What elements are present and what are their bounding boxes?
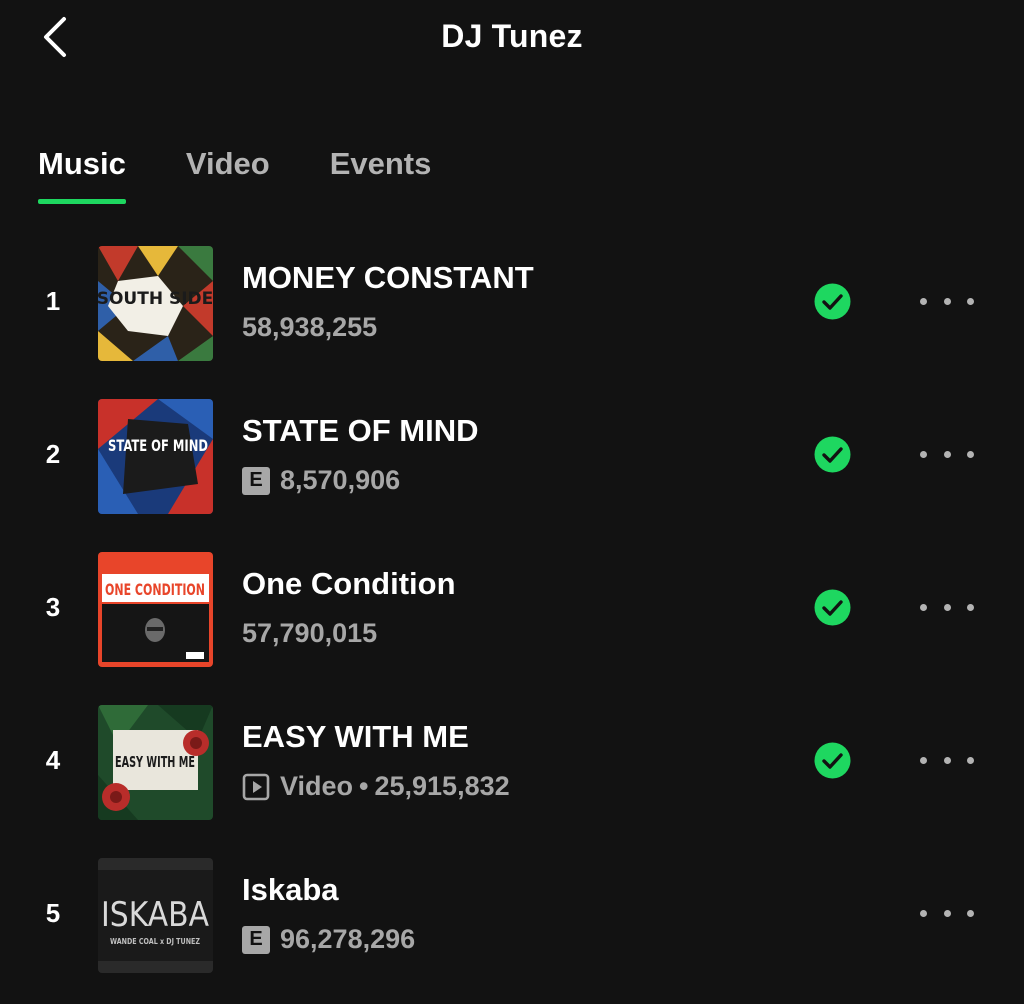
play-count: 96,278,296 [280,924,416,954]
tab-events[interactable]: Events [330,140,432,206]
track-row[interactable]: 2 STATE OF MIND STATE OF MIND E 8,570,90… [0,379,1024,532]
explicit-badge: E [242,925,270,954]
track-title: STATE OF MIND [242,413,479,448]
more-dot [967,297,974,305]
album-art[interactable]: SOUTH SIDE [98,246,213,361]
check-circle-icon[interactable] [814,436,851,473]
more-dot [943,297,951,305]
play-count: 25,915,832 [374,771,510,801]
cover-subtext: WANDE COAL x DJ TUNEZ [110,937,200,946]
track-meta: E 96,278,296 [242,924,415,955]
track-meta: 57,790,015 [242,618,377,649]
track-title: One Condition [242,566,456,601]
tab-bar: Music Video Events [38,140,491,210]
album-art[interactable]: ONE CONDITION [98,552,213,667]
more-dot [920,603,927,611]
more-dot [943,909,951,917]
album-art[interactable]: ISKABA WANDE COAL x DJ TUNEZ [98,858,213,973]
track-meta: Video • 25,915,832 [242,771,510,802]
track-meta: E 8,570,906 [242,465,400,496]
more-dot [943,450,951,458]
more-dot [920,297,927,305]
more-dot [967,756,974,764]
track-title: EASY WITH ME [242,719,469,754]
more-dot [943,756,951,764]
video-play-icon [242,773,270,800]
more-options-button[interactable] [920,442,974,466]
cover-text: ISKABA [101,895,209,935]
more-dot [967,603,974,611]
track-title: MONEY CONSTANT [242,260,534,295]
cover-text: STATE OF MIND [108,436,208,455]
track-title: Iskaba [242,872,339,907]
cover-text: ONE CONDITION [105,580,205,599]
explicit-badge: E [242,466,270,495]
cover-text: SOUTH SIDE [98,289,213,309]
top-bar: DJ Tunez [0,0,1024,80]
meta-separator: • [359,771,369,801]
album-art[interactable]: EASY WITH ME [98,705,213,820]
track-meta: 58,938,255 [242,312,377,343]
track-rank: 3 [45,592,61,622]
track-row[interactable]: 4 EASY WITH ME EASY WITH ME Video • 25,9… [0,685,1024,838]
track-row[interactable]: 1 SOUTH SIDE MONEY CONSTANT 58,938,255 [0,226,1024,379]
track-rank: 1 [45,286,61,316]
more-dot [943,603,951,611]
album-art[interactable]: STATE OF MIND [98,399,213,514]
track-rank: 2 [45,439,61,469]
track-list: 1 SOUTH SIDE MONEY CONSTANT 58,938,255 2… [0,226,1024,991]
check-circle-icon[interactable] [814,742,851,779]
more-options-button[interactable] [920,748,974,772]
check-circle-icon[interactable] [814,589,851,626]
tab-video[interactable]: Video [186,140,270,206]
cover-text: EASY WITH ME [115,753,195,771]
video-label: Video [280,771,354,801]
more-dot [920,450,927,458]
more-options-button[interactable] [920,289,974,313]
tab-music[interactable]: Music [38,140,126,206]
more-options-button[interactable] [920,595,974,619]
track-rank: 5 [45,898,61,928]
more-dot [920,756,927,764]
track-row[interactable]: 5 ISKABA WANDE COAL x DJ TUNEZ Iskaba E … [0,838,1024,991]
track-row[interactable]: 3 ONE CONDITION One Condition 57,790,015 [0,532,1024,685]
check-circle-icon[interactable] [814,283,851,320]
play-count: 57,790,015 [242,618,378,648]
play-count: 58,938,255 [242,312,378,342]
page-title: DJ Tunez [441,18,583,54]
more-dot [920,909,927,917]
track-rank: 4 [45,745,61,775]
play-count: 8,570,906 [280,465,401,495]
more-options-button[interactable] [920,901,974,925]
more-dot [967,450,974,458]
more-dot [967,909,974,917]
